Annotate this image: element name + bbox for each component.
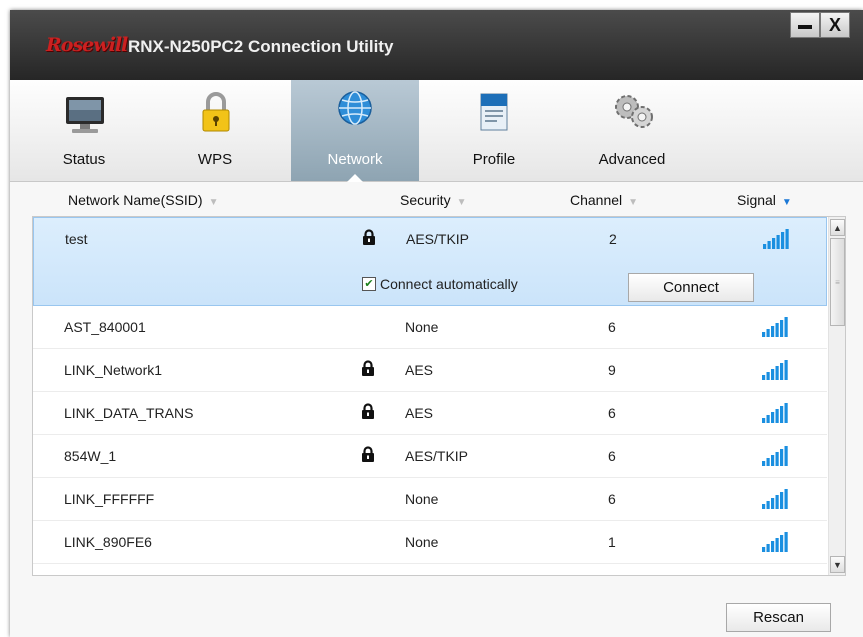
network-security: None <box>405 319 439 335</box>
window-title: RNX-N250PC2 Connection Utility <box>128 37 394 56</box>
network-row[interactable]: AST_840001 None 6 <box>33 306 827 349</box>
network-ssid: AST_840001 <box>64 319 146 335</box>
column-header-ssid[interactable]: Network Name(SSID) ▼ <box>68 192 219 208</box>
network-ssid: LINK_Network1 <box>64 362 163 378</box>
signal-strength-icon <box>762 446 788 466</box>
list-header: Network Name(SSID) ▼ Security ▼ Channel ▼ S… <box>10 182 863 216</box>
column-header-ssid-label: Network Name(SSID) <box>68 192 203 208</box>
tab-advanced[interactable]: Advanced <box>582 80 682 181</box>
active-tab-indicator <box>347 174 363 182</box>
main-toolbar: Status WPS Network Profile Advanced <box>10 80 863 182</box>
signal-strength-icon <box>762 317 788 337</box>
network-channel: 6 <box>608 405 616 421</box>
connect-button[interactable]: Connect <box>628 273 754 302</box>
network-security: None <box>405 491 439 507</box>
column-header-channel[interactable]: Channel ▼ <box>570 192 638 208</box>
network-security: AES <box>405 405 434 421</box>
tab-wps[interactable]: WPS <box>180 80 250 181</box>
network-ssid: LINK_FFFFFF <box>64 491 155 507</box>
sort-arrow-icon: ▼ <box>208 197 219 208</box>
tab-network-label: Network <box>327 151 383 168</box>
scroll-thumb[interactable]: ≡ <box>830 238 845 326</box>
vertical-scrollbar[interactable]: ▲ ≡ ▼ <box>828 217 845 575</box>
signal-strength-icon <box>763 229 789 249</box>
checkmark-icon[interactable]: ✔ <box>362 277 376 291</box>
scroll-down-button[interactable]: ▼ <box>830 556 845 573</box>
scroll-up-icon: ▲ <box>833 222 842 233</box>
network-channel: 6 <box>608 448 616 464</box>
tab-profile-label: Profile <box>472 151 516 168</box>
network-row[interactable]: LINK_FFFFFF None 6 <box>33 478 827 521</box>
brand-logo: Rosewill <box>46 34 128 56</box>
signal-strength-icon <box>762 532 788 552</box>
network-security: None <box>405 534 439 550</box>
connect-automatically-checkbox[interactable]: ✔ Connect automatically <box>362 276 518 292</box>
signal-strength-icon <box>762 489 788 509</box>
lock-icon <box>362 403 374 419</box>
lock-icon <box>363 229 375 245</box>
network-panel: Network Name(SSID) ▼ Security ▼ Channel ▼ S… <box>10 182 863 637</box>
minimize-icon <box>798 25 812 29</box>
network-channel: 6 <box>608 491 616 507</box>
tab-network[interactable]: Network <box>291 80 419 182</box>
monitor-icon <box>66 97 104 133</box>
network-security: AES <box>405 362 434 378</box>
tab-profile[interactable]: Profile <box>454 80 534 181</box>
scroll-down-icon: ▼ <box>833 559 842 570</box>
rescan-button[interactable]: Rescan <box>726 603 831 632</box>
network-security: AES/TKIP <box>406 231 470 247</box>
grip-icon: ≡ <box>835 277 840 287</box>
tab-status[interactable]: Status <box>44 80 124 181</box>
tab-wps-label: WPS <box>197 151 233 168</box>
tab-status-label: Status <box>62 151 106 168</box>
column-header-signal-label: Signal <box>737 192 776 208</box>
lock-icon <box>362 360 374 376</box>
scroll-up-button[interactable]: ▲ <box>830 219 845 236</box>
lock-icon <box>362 446 374 462</box>
sort-arrow-icon: ▼ <box>456 197 467 208</box>
network-row[interactable]: LINK_890FE6 None 1 <box>33 521 827 564</box>
network-channel: 1 <box>608 534 616 550</box>
title-bar[interactable]: Rosewill RNX-N250PC2 Connection Utility … <box>10 10 863 80</box>
network-ssid: test <box>65 231 88 247</box>
network-row[interactable]: LINK_Network1 AES 9 <box>33 349 827 392</box>
network-ssid: LINK_890FE6 <box>64 534 152 550</box>
network-row[interactable]: LINK_DATA_TRANS AES 6 <box>33 392 827 435</box>
sort-arrow-icon: ▼ <box>628 197 639 208</box>
network-channel: 2 <box>609 231 617 247</box>
network-ssid: LINK_DATA_TRANS <box>64 405 194 421</box>
gears-icon <box>615 95 653 128</box>
app-window: Rosewill RNX-N250PC2 Connection Utility … <box>10 10 863 637</box>
signal-strength-icon <box>762 403 788 423</box>
network-row[interactable]: 854W_1 AES/TKIP 6 <box>33 435 827 478</box>
document-icon <box>480 93 508 131</box>
column-header-security[interactable]: Security ▼ <box>400 192 466 208</box>
column-header-security-label: Security <box>400 192 451 208</box>
column-header-channel-label: Channel <box>570 192 623 208</box>
padlock-icon <box>202 92 230 132</box>
signal-strength-icon <box>762 360 788 380</box>
network-channel: 9 <box>608 362 616 378</box>
close-button[interactable]: X <box>820 12 850 38</box>
connect-automatically-label: Connect automatically <box>380 276 518 292</box>
network-ssid: 854W_1 <box>64 448 117 464</box>
tab-advanced-label: Advanced <box>598 151 666 168</box>
network-channel: 6 <box>608 319 616 335</box>
network-list[interactable]: test AES/TKIP 2 ✔ Connect automatically Conne… <box>32 216 846 576</box>
network-row-selected[interactable]: test AES/TKIP 2 ✔ Connect automatically Conne… <box>33 217 827 306</box>
globe-icon <box>338 91 372 125</box>
network-security: AES/TKIP <box>405 448 469 464</box>
column-header-signal[interactable]: Signal ▼ <box>737 192 792 208</box>
close-icon: X <box>828 14 841 35</box>
minimize-button[interactable] <box>790 12 820 38</box>
sort-arrow-active-icon: ▼ <box>781 197 792 208</box>
